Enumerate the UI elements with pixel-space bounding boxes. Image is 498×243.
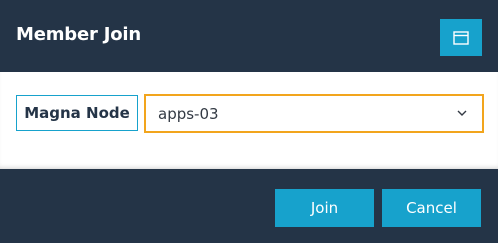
member-join-dialog: Member Join Magna Node apps-03 Join Canc… [0,0,498,243]
maximize-button[interactable] [440,19,482,56]
dialog-header: Member Join [0,0,498,72]
select-value: apps-03 [158,105,219,123]
magna-node-select[interactable]: apps-03 [144,94,484,133]
dialog-title: Member Join [16,24,141,45]
window-icon [453,30,469,45]
magna-node-label: Magna Node [16,95,138,131]
chevron-down-icon [457,110,467,116]
join-button[interactable]: Join [275,189,374,227]
cancel-button[interactable]: Cancel [382,189,481,227]
